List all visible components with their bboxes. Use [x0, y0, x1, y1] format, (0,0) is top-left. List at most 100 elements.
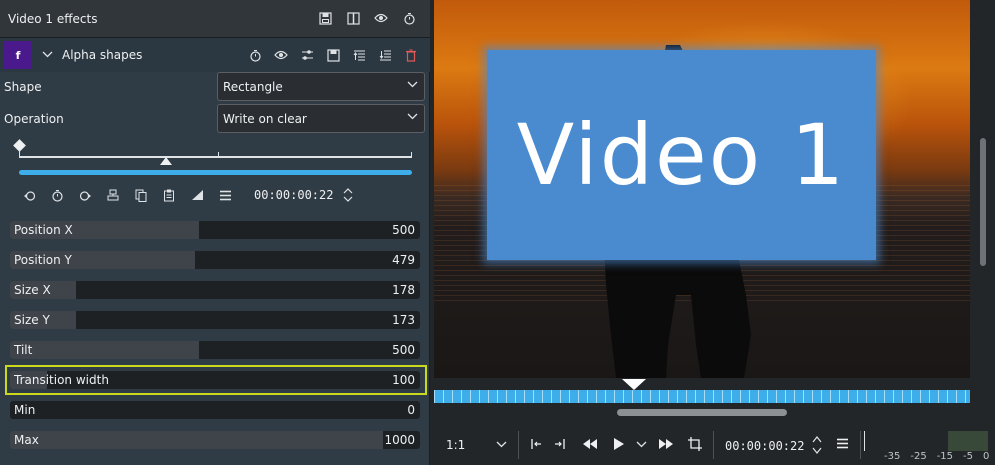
scrollbar-thumb[interactable]	[980, 138, 986, 266]
next-keyframe-icon[interactable]	[78, 188, 92, 202]
param-max[interactable]: Max 1000	[10, 431, 420, 449]
param-label: Size X	[14, 283, 51, 297]
timer-icon[interactable]	[248, 48, 262, 62]
vertical-scrollbar[interactable]	[976, 0, 990, 378]
param-value: 500	[392, 223, 415, 237]
meter-tick: -25	[910, 451, 927, 462]
toolbar-separator	[860, 431, 861, 459]
effect-name: Alpha shapes	[62, 48, 143, 62]
align-bottom-icon[interactable]	[378, 48, 392, 62]
param-label: Size Y	[14, 313, 50, 327]
zoom-select[interactable]: 1:1	[446, 438, 465, 452]
play-icon[interactable]	[612, 437, 625, 454]
save-icon[interactable]	[326, 48, 340, 62]
add-keyframe-icon[interactable]	[50, 188, 64, 202]
effects-panel: Video 1 effects f Alpha shapes Shape Rec…	[0, 0, 430, 465]
keyframe-toolbar: 00:00:00:22	[22, 184, 422, 206]
chevron-down-icon	[407, 80, 418, 91]
param-value: 173	[392, 313, 415, 327]
keyframe-timeline[interactable]	[19, 156, 412, 158]
chevron-down-icon[interactable]	[636, 437, 647, 451]
param-fill	[10, 341, 199, 359]
timeline-tick	[411, 152, 412, 158]
param-value: 1000	[384, 433, 415, 447]
meter-tick: 0	[983, 451, 990, 462]
param-label: Transition width	[14, 373, 109, 387]
timeline-tick	[218, 152, 219, 158]
param-value: 178	[392, 283, 415, 297]
monitor-timecode[interactable]: 00:00:00:22	[725, 439, 804, 453]
param-size-x[interactable]: Size X 178	[10, 281, 420, 299]
meter-tick: -5	[963, 451, 974, 462]
timer-icon[interactable]	[402, 11, 416, 25]
crop-icon[interactable]	[688, 437, 702, 454]
effect-header: f Alpha shapes	[0, 38, 430, 72]
operation-row: Operation Write on clear	[0, 104, 430, 134]
alpha-shape-overlay: Video 1	[487, 50, 876, 260]
param-position-x[interactable]: Position X 500	[10, 221, 420, 239]
param-label: Position Y	[14, 253, 72, 267]
param-tilt[interactable]: Tilt 500	[10, 341, 420, 359]
align-top-icon[interactable]	[352, 48, 366, 62]
eye-icon[interactable]	[374, 11, 388, 25]
timecode-spinner[interactable]	[343, 187, 353, 203]
monitor-ruler[interactable]	[434, 390, 970, 403]
toolbar-separator	[713, 431, 714, 459]
keyframe-playhead[interactable]	[160, 157, 172, 165]
panel-title: Video 1 effects	[8, 11, 98, 26]
shape-label: Shape	[4, 80, 42, 94]
meter-level	[948, 431, 988, 451]
eye-icon[interactable]	[274, 48, 288, 62]
save-icon[interactable]	[318, 11, 332, 25]
param-value: 500	[392, 343, 415, 357]
set-zone-in-icon[interactable]	[528, 437, 542, 454]
playhead-marker[interactable]	[622, 379, 646, 390]
param-label: Min	[14, 403, 36, 417]
sliders-icon[interactable]	[300, 48, 314, 62]
operation-select[interactable]: Write on clear	[217, 104, 425, 133]
paste-icon[interactable]	[162, 188, 176, 202]
param-size-y[interactable]: Size Y 173	[10, 311, 420, 329]
param-label: Tilt	[14, 343, 33, 357]
param-label: Position X	[14, 223, 73, 237]
previous-keyframe-icon[interactable]	[22, 188, 36, 202]
align-icon[interactable]	[106, 188, 120, 202]
param-label: Max	[14, 433, 39, 447]
keyframe-timecode[interactable]: 00:00:00:22	[254, 188, 333, 202]
operation-value: Write on clear	[223, 111, 307, 126]
copy-icon[interactable]	[134, 188, 148, 202]
audio-meter: -35 -25 -15 -5 0	[864, 431, 992, 465]
timecode-spinner[interactable]	[812, 435, 822, 455]
shape-value: Rectangle	[223, 79, 283, 94]
param-value: 100	[392, 373, 415, 387]
menu-icon[interactable]	[836, 437, 849, 453]
effect-badge[interactable]: f	[4, 41, 32, 69]
shape-row: Shape Rectangle	[0, 72, 430, 102]
chevron-down-icon	[407, 112, 418, 123]
set-zone-out-icon[interactable]	[554, 437, 568, 454]
meter-origin	[864, 431, 865, 451]
meter-tick: -35	[884, 451, 901, 462]
meter-tick: -15	[936, 451, 954, 462]
param-min[interactable]: Min 0	[10, 401, 420, 419]
video-preview[interactable]: Video 1	[434, 0, 970, 378]
toolbar-separator	[518, 431, 519, 459]
rewind-icon[interactable]	[582, 437, 598, 454]
horizontal-scrollbar[interactable]	[617, 409, 787, 416]
keyframe-progress-bar[interactable]	[19, 170, 412, 175]
param-position-y[interactable]: Position Y 479	[10, 251, 420, 269]
shape-select[interactable]: Rectangle	[217, 72, 425, 101]
meter-scale: -35 -25 -15 -5 0	[884, 451, 989, 462]
param-value: 0	[407, 403, 415, 417]
split-compare-icon[interactable]	[346, 11, 360, 25]
fast-forward-icon[interactable]	[658, 437, 674, 454]
clip-monitor: Video 1 1:1 00:00:00:22 -35 -25 -15 -5 0	[434, 0, 995, 465]
menu-icon[interactable]	[218, 188, 232, 202]
chevron-down-icon[interactable]	[42, 50, 54, 61]
param-fill	[10, 431, 384, 449]
operation-label: Operation	[4, 112, 64, 126]
curve-icon[interactable]	[190, 188, 204, 202]
delete-icon[interactable]	[404, 48, 418, 62]
param-transition-width[interactable]: Transition width 100	[10, 371, 420, 389]
chevron-down-icon[interactable]	[496, 440, 507, 451]
